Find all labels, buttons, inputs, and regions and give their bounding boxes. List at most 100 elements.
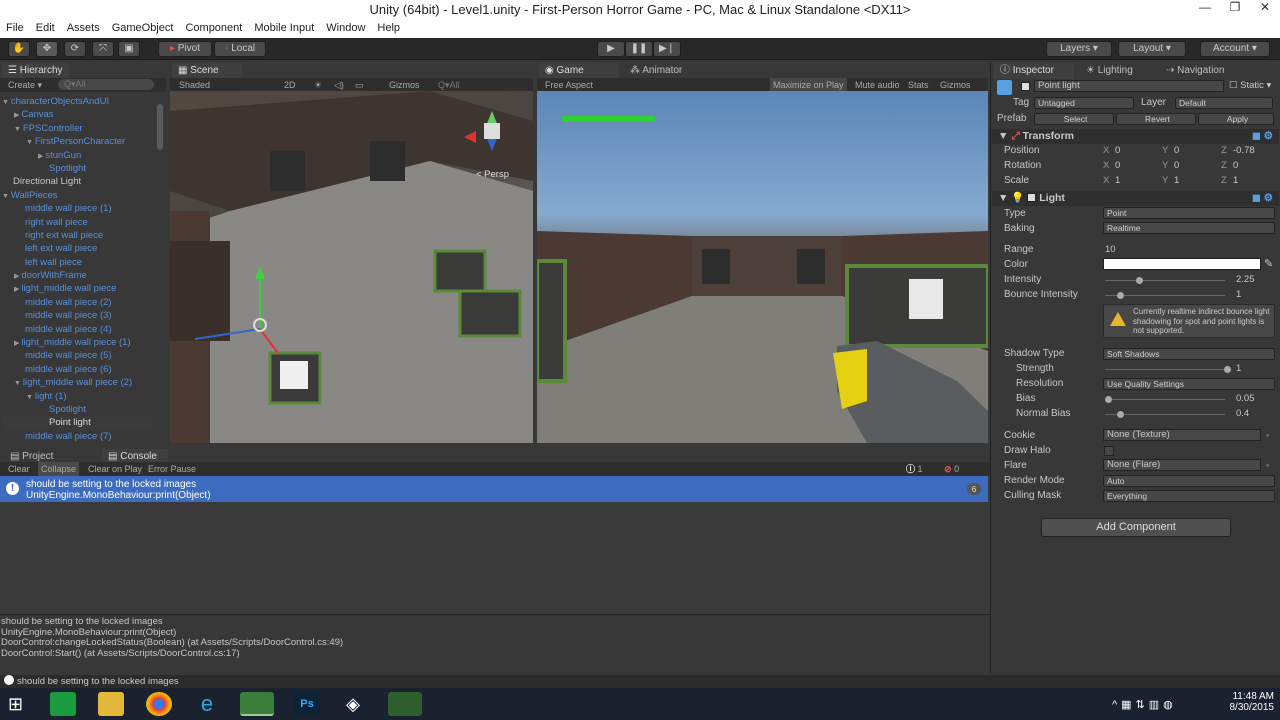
hierarchy-item[interactable]: Spotlight (2, 403, 152, 416)
internet-explorer-icon[interactable]: e (194, 692, 220, 716)
culling-mask-dropdown[interactable]: Everything (1103, 490, 1275, 502)
intensity-value[interactable]: 2.25 (1236, 273, 1255, 286)
mute-audio-toggle[interactable]: Mute audio (855, 78, 900, 92)
hierarchy-item[interactable]: ▶ Canvas (2, 108, 152, 121)
menu-item-gameobject[interactable]: GameObject (106, 20, 180, 36)
play-button[interactable]: ▶ (597, 41, 625, 57)
tab-game[interactable]: ◉ Game (539, 63, 619, 79)
rotation-x-field[interactable]: 0 (1115, 159, 1120, 172)
hierarchy-item[interactable]: ▼ FirstPersonCharacter (2, 135, 152, 148)
scale-x-field[interactable]: 1 (1115, 174, 1120, 187)
normal-bias-slider-handle[interactable] (1117, 411, 1124, 418)
intensity-slider-handle[interactable] (1136, 277, 1143, 284)
tab-inspector[interactable]: ⓘ Inspector (994, 63, 1074, 79)
local-button[interactable]: ◦ Local (214, 41, 266, 57)
layers-dropdown[interactable]: Layers ▾ (1046, 41, 1112, 57)
scene-audio-icon[interactable]: ◁) (334, 78, 344, 92)
object-name-field[interactable]: Point light (1034, 80, 1224, 92)
menu-item-help[interactable]: Help (371, 20, 406, 36)
active-checkbox[interactable] (1021, 82, 1030, 91)
hierarchy-search-input[interactable]: Q▾All (58, 79, 154, 90)
prefab-revert-button[interactable]: Revert (1116, 113, 1196, 125)
photoshop-icon[interactable]: Ps (294, 692, 320, 716)
hierarchy-item[interactable]: right wall piece (2, 216, 152, 229)
menu-item-window[interactable]: Window (320, 20, 371, 36)
expand-arrow-icon[interactable]: ▼ (26, 394, 35, 401)
console-error-count[interactable]: ⊘ 0 (944, 462, 959, 476)
menu-item-component[interactable]: Component (179, 20, 248, 36)
hierarchy-item[interactable]: ▼ light (1) (2, 390, 152, 403)
baking-dropdown[interactable]: Realtime (1103, 222, 1275, 234)
mode-2d-toggle[interactable]: 2D (284, 78, 296, 92)
static-checkbox[interactable]: ☐ Static ▾ (1229, 80, 1271, 91)
hierarchy-item[interactable]: middle wall piece (1) (2, 202, 152, 215)
bias-slider-handle[interactable] (1105, 396, 1112, 403)
tab-navigation[interactable]: ⇢ Navigation (1160, 63, 1230, 79)
hierarchy-item[interactable]: left wall piece (2, 256, 152, 269)
flare-picker-icon[interactable]: ◦ (1266, 460, 1269, 470)
scene-lighting-icon[interactable]: ☀ (314, 78, 322, 92)
console-entry[interactable]: ! should be setting to the locked images… (0, 476, 988, 502)
expand-arrow-icon[interactable]: ▼ (14, 380, 23, 387)
hierarchy-item[interactable]: middle wall piece (5) (2, 349, 152, 362)
color-swatch[interactable] (1103, 258, 1261, 270)
expand-arrow-icon[interactable]: ▼ (26, 139, 35, 146)
scene-search-input[interactable]: Q▾All (438, 78, 460, 92)
cookie-picker-icon[interactable]: ◦ (1266, 430, 1269, 440)
cookie-field[interactable]: None (Texture) (1103, 429, 1261, 441)
hierarchy-item[interactable]: ▼ WallPieces (2, 189, 152, 202)
transform-header[interactable]: ▼ ⤢ Transform ◼ ⚙ (992, 129, 1279, 144)
scale-z-field[interactable]: 1 (1233, 174, 1238, 187)
hierarchy-item[interactable]: middle wall piece (6) (2, 363, 152, 376)
bias-value[interactable]: 0.05 (1236, 392, 1255, 405)
hierarchy-item[interactable]: ▶ stunGun (2, 149, 152, 162)
hand-tool-icon[interactable]: ✋ (8, 41, 30, 57)
tab-lighting[interactable]: ☀ Lighting (1080, 63, 1139, 79)
camtasia-recorder-icon[interactable] (388, 692, 422, 716)
scale-y-field[interactable]: 1 (1174, 174, 1179, 187)
unity-icon[interactable]: ◈ (340, 692, 366, 716)
hierarchy-item[interactable]: left ext wall piece (2, 242, 152, 255)
strength-value[interactable]: 1 (1236, 362, 1241, 375)
hierarchy-item[interactable]: Directional Light (2, 175, 152, 188)
strength-slider-handle[interactable] (1224, 366, 1231, 373)
account-dropdown[interactable]: Account ▾ (1200, 41, 1270, 57)
shading-dropdown[interactable]: Shaded (179, 78, 210, 92)
bounce-value[interactable]: 1 (1236, 288, 1241, 301)
console-collapse-button[interactable]: Collapse (38, 462, 80, 476)
perspective-label[interactable]: < Persp (476, 169, 509, 180)
position-x-field[interactable]: 0 (1115, 144, 1120, 157)
prefab-select-button[interactable]: Select (1034, 113, 1114, 125)
hierarchy-item[interactable]: ▼ FPSController (2, 122, 152, 135)
light-header[interactable]: ▼ 💡 Light ◼ ⚙ (992, 191, 1279, 206)
hierarchy-item[interactable]: ▼ light_middle wall piece (2) (2, 376, 152, 389)
hierarchy-item[interactable]: right ext wall piece (2, 229, 152, 242)
strength-slider[interactable] (1105, 369, 1225, 370)
menu-item-assets[interactable]: Assets (61, 20, 106, 36)
scene-view[interactable]: < Persp (170, 91, 533, 443)
store-icon[interactable] (50, 692, 76, 716)
pivot-button[interactable]: ▸ Pivot (158, 41, 212, 57)
camtasia-icon[interactable] (240, 692, 274, 716)
stats-toggle[interactable]: Stats (908, 78, 929, 92)
pause-button[interactable]: ❚❚ (625, 41, 653, 57)
scene-effects-icon[interactable]: ▭ (355, 78, 364, 92)
close-icon[interactable]: ✕ (1250, 0, 1280, 20)
status-bar[interactable]: should be setting to the locked images (0, 675, 1280, 688)
move-tool-icon[interactable]: ✥ (36, 41, 58, 57)
aspect-dropdown[interactable]: Free Aspect (545, 78, 593, 92)
system-tray-icons[interactable]: ^▦⇅▥◍ (1112, 698, 1177, 711)
resolution-dropdown[interactable]: Use Quality Settings (1103, 378, 1275, 390)
file-explorer-icon[interactable] (98, 692, 124, 716)
bounce-slider-handle[interactable] (1117, 292, 1124, 299)
position-y-field[interactable]: 0 (1174, 144, 1179, 157)
hierarchy-item[interactable]: ▶ light_middle wall piece (2, 282, 152, 295)
position-z-field[interactable]: -0.78 (1233, 144, 1255, 157)
scene-gizmos-dropdown[interactable]: Gizmos (389, 78, 420, 92)
hierarchy-item[interactable]: ▶ doorWithFrame (2, 269, 152, 282)
expand-arrow-icon[interactable]: ▼ (14, 126, 23, 133)
menu-item-file[interactable]: File (0, 20, 30, 36)
hierarchy-item[interactable]: Point light (2, 416, 152, 430)
eyedropper-icon[interactable]: ✎ (1264, 257, 1273, 270)
flare-field[interactable]: None (Flare) (1103, 459, 1261, 471)
